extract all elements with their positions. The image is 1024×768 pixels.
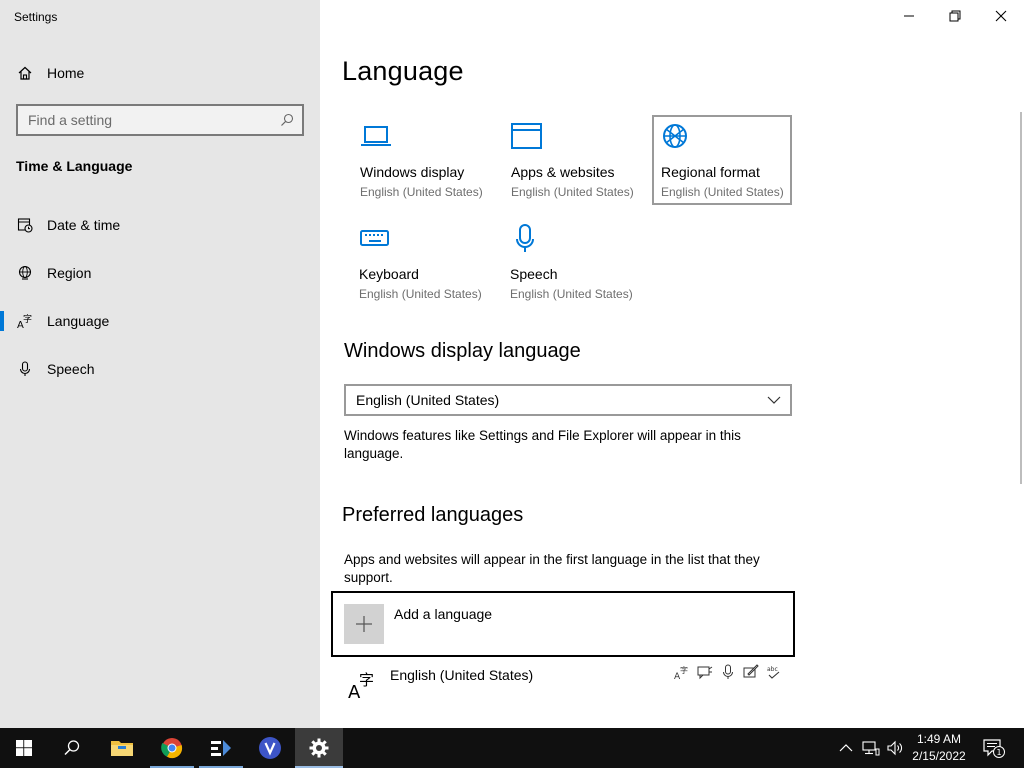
sidebar-item-label: Speech (47, 361, 95, 377)
add-language-label: Add a language (394, 606, 493, 622)
tile-subtitle: English (United States) (511, 185, 634, 199)
display-language-icon: A字 (674, 665, 688, 680)
start-button[interactable] (0, 728, 48, 768)
app-title: Settings (14, 10, 58, 24)
tile-speech[interactable]: Speech English (United States) (502, 218, 642, 308)
sidebar-item-label: Date & time (47, 217, 121, 233)
clock-date: 2/15/2022 (912, 749, 966, 763)
app-arrow-icon (211, 740, 231, 756)
search-icon (64, 740, 80, 756)
home-icon (17, 65, 33, 81)
svg-text:字: 字 (23, 313, 32, 325)
action-center-button[interactable]: 1 (982, 738, 1006, 758)
app-arrow-button[interactable] (197, 728, 245, 768)
volume-icon[interactable] (885, 738, 905, 758)
globe-icon (17, 265, 33, 281)
chevron-down-icon (758, 396, 790, 404)
settings-app-button[interactable] (295, 728, 343, 768)
language-item-english[interactable]: A 字 English (United States) A字 abc (332, 660, 794, 720)
calendar-clock-icon (17, 217, 33, 233)
display-language-description: Windows features like Settings and File … (344, 428, 741, 461)
tile-apps-websites[interactable]: Apps & websites English (United States) (503, 116, 643, 206)
taskbar-search-button[interactable] (48, 728, 96, 768)
tile-title: Apps & websites (511, 164, 615, 180)
dropdown-value: English (United States) (356, 392, 500, 408)
sidebar-item-date-time[interactable]: Date & time (0, 205, 320, 245)
tile-keyboard[interactable]: Keyboard English (United States) (351, 218, 491, 308)
svg-text:abc: abc (767, 666, 778, 673)
preferred-languages-heading: Preferred languages (342, 504, 524, 526)
language-name: English (United States) (390, 667, 534, 683)
speech-recognition-icon (723, 664, 733, 679)
nav-home-label: Home (47, 65, 85, 81)
page-title: Language (342, 56, 464, 86)
close-button[interactable] (978, 0, 1024, 32)
tile-title: Regional format (661, 164, 760, 180)
text-to-speech-icon (697, 666, 713, 680)
spell-check-icon: abc (767, 666, 780, 679)
nav-home[interactable]: Home (0, 56, 320, 90)
windows-logo-icon (16, 740, 32, 756)
chrome-icon (161, 738, 183, 759)
minimize-button[interactable] (886, 0, 932, 32)
sidebar-item-region[interactable]: Region (0, 253, 320, 293)
tile-windows-display[interactable]: Windows display English (United States) (352, 116, 492, 206)
sidebar-item-speech[interactable]: Speech (0, 349, 320, 389)
preferred-languages-description: Apps and websites will appear in the fir… (344, 552, 760, 585)
tile-subtitle: English (United States) (359, 287, 482, 301)
section-title: Time & Language (16, 158, 133, 174)
search-input[interactable] (28, 112, 280, 128)
laptop-icon (361, 126, 391, 146)
tile-subtitle: English (United States) (510, 287, 633, 301)
restore-icon (949, 10, 961, 22)
sidebar-item-language[interactable]: A字 Language (0, 301, 320, 341)
display-language-dropdown[interactable]: English (United States) (344, 384, 792, 416)
taskbar: 1:49 AM 2/15/2022 1 (0, 728, 1024, 768)
minimize-icon (904, 15, 914, 17)
microphone-icon (516, 224, 534, 252)
notification-count: 1 (996, 748, 1001, 757)
search-icon[interactable] (280, 113, 294, 127)
svg-text:字: 字 (359, 671, 374, 689)
gear-icon (309, 738, 329, 758)
language-icon: A字 (17, 313, 33, 329)
tile-subtitle: English (United States) (360, 185, 483, 199)
tile-subtitle: English (United States) (661, 185, 784, 199)
keyboard-icon (360, 230, 389, 246)
search-box[interactable] (16, 104, 304, 136)
microphone-icon (17, 361, 33, 377)
app-v-button[interactable] (246, 728, 294, 768)
close-icon (995, 10, 1007, 22)
clock[interactable]: 1:49 AM 2/15/2022 (904, 731, 974, 765)
plus-icon (344, 604, 384, 644)
svg-text:字: 字 (680, 665, 688, 675)
tile-title: Windows display (360, 164, 465, 180)
tile-title: Keyboard (359, 266, 419, 282)
browser-window-icon (511, 123, 542, 149)
notification-icon: 1 (983, 739, 1005, 758)
network-icon[interactable] (861, 738, 881, 758)
add-language-button[interactable]: Add a language (331, 591, 795, 657)
folder-icon (111, 741, 133, 756)
sidebar-item-label: Region (47, 265, 92, 281)
chrome-button[interactable] (148, 728, 196, 768)
sidebar-item-label: Language (47, 313, 110, 329)
file-explorer-button[interactable] (98, 728, 146, 768)
sidebar: Settings Home Time & Language Date & tim… (0, 0, 320, 728)
clock-time: 1:49 AM (916, 732, 962, 746)
display-language-heading: Windows display language (344, 340, 581, 362)
scrollbar[interactable] (1020, 112, 1022, 484)
language-icon: A 字 (348, 671, 374, 700)
globe-settings-icon (663, 124, 687, 148)
restore-button[interactable] (932, 0, 978, 32)
tile-title: Speech (510, 266, 558, 282)
chevron-up-icon[interactable] (836, 738, 856, 758)
tile-regional-format[interactable]: Regional format English (United States) (652, 115, 792, 205)
app-v-icon (259, 737, 281, 759)
handwriting-icon (743, 664, 759, 678)
